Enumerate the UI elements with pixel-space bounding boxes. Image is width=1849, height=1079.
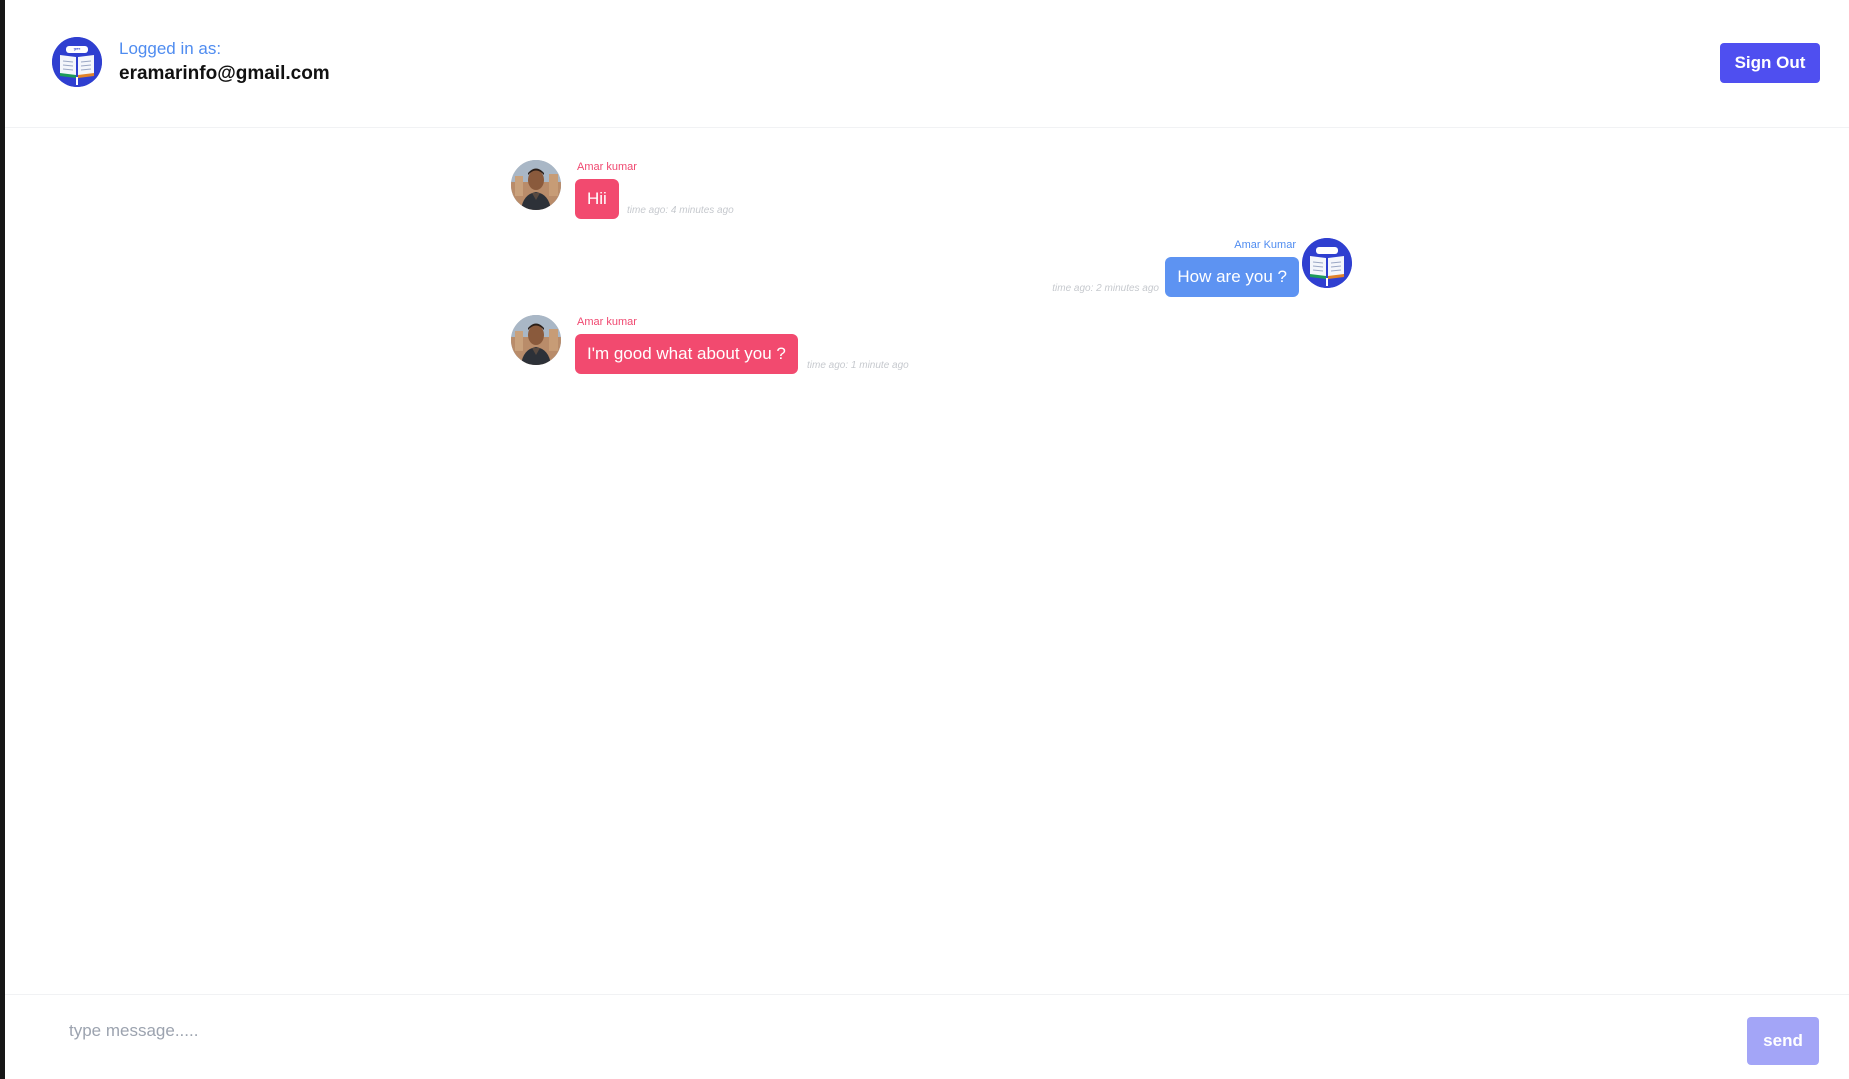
chat-app: ᵍᵃᵉ Logged in as: eramarinfo@gmail.com S… [5, 0, 1849, 1079]
message-input[interactable] [49, 1007, 1729, 1055]
message-timestamp: time ago: 1 minute ago [807, 360, 909, 371]
header: ᵍᵃᵉ Logged in as: eramarinfo@gmail.com S… [5, 0, 1849, 128]
user-email: eramarinfo@gmail.com [119, 63, 330, 84]
send-button[interactable]: send [1747, 1017, 1819, 1065]
message-list: Amar kumar Hii time ago: 4 minutes ago A… [5, 128, 1849, 994]
message-composer: send [5, 994, 1849, 1079]
message-item: Amar kumar I'm good what about you ? tim… [5, 128, 1849, 374]
sign-out-button[interactable]: Sign Out [1720, 43, 1820, 83]
logged-in-label: Logged in as: [119, 39, 222, 58]
book-avatar-icon: ᵍᵃᵉ [52, 37, 102, 87]
svg-text:ᵍᵃᵉ: ᵍᵃᵉ [73, 48, 81, 54]
user-photo-avatar [511, 315, 561, 365]
message-sender: Amar kumar [577, 316, 637, 328]
message-bubble: I'm good what about you ? [575, 334, 798, 374]
